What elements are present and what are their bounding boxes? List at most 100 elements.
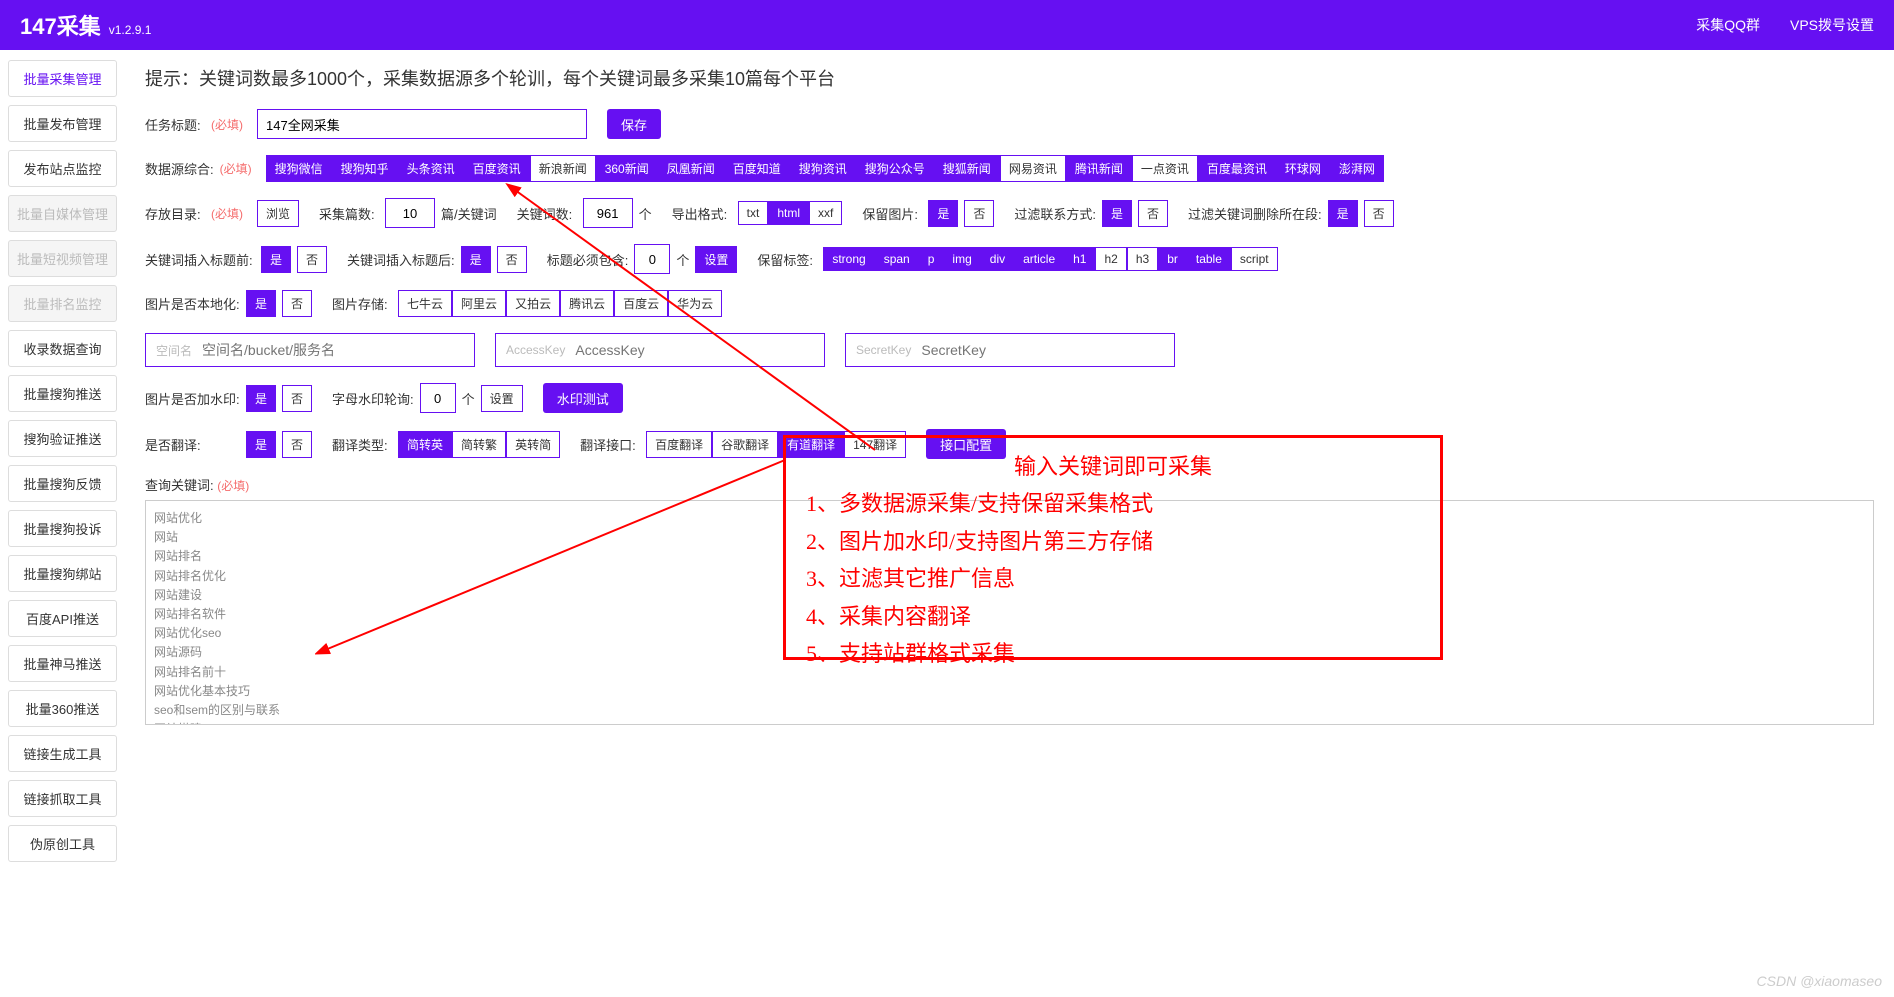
store-chip-5[interactable]: 华为云 xyxy=(668,290,722,317)
trans-api-chip-3[interactable]: 147翻译 xyxy=(844,431,906,458)
tag-chip-4[interactable]: div xyxy=(981,247,1014,271)
kw-before-yes[interactable]: 是 xyxy=(261,246,291,273)
count-input[interactable] xyxy=(385,198,435,228)
link-vps-dial[interactable]: VPS拨号设置 xyxy=(1790,15,1874,35)
tag-chip-9[interactable]: br xyxy=(1158,247,1187,271)
sidebar-item-1[interactable]: 批量发布管理 xyxy=(8,105,117,142)
source-chip-11[interactable]: 网易资讯 xyxy=(1000,155,1066,182)
wm-set-btn[interactable]: 设置 xyxy=(481,385,523,412)
source-chip-6[interactable]: 凤凰新闻 xyxy=(658,155,724,182)
sidebar-item-0[interactable]: 批量采集管理 xyxy=(8,60,117,97)
tag-chip-3[interactable]: img xyxy=(943,247,980,271)
kw-after-yes[interactable]: 是 xyxy=(461,246,491,273)
sidebar-item-14[interactable]: 批量360推送 xyxy=(8,690,117,727)
filter-contact-yes[interactable]: 是 xyxy=(1102,200,1132,227)
sidebar-item-17[interactable]: 伪原创工具 xyxy=(8,825,117,862)
title-must-set[interactable]: 设置 xyxy=(695,246,737,273)
trans-api-chip-1[interactable]: 谷歌翻译 xyxy=(712,431,778,458)
source-chip-5[interactable]: 360新闻 xyxy=(596,155,658,182)
sidebar-item-2[interactable]: 发布站点监控 xyxy=(8,150,117,187)
sidebar-item-13[interactable]: 批量神马推送 xyxy=(8,645,117,682)
sidebar-item-16[interactable]: 链接抓取工具 xyxy=(8,780,117,817)
kw-after-no[interactable]: 否 xyxy=(497,246,527,273)
sidebar-item-15[interactable]: 链接生成工具 xyxy=(8,735,117,772)
store-chip-4[interactable]: 百度云 xyxy=(614,290,668,317)
sidebar-item-12[interactable]: 百度API推送 xyxy=(8,600,117,637)
filter-kw-para-yes[interactable]: 是 xyxy=(1328,200,1358,227)
sidebar-item-11[interactable]: 批量搜狗绑站 xyxy=(8,555,117,592)
wm-yes[interactable]: 是 xyxy=(246,385,276,412)
filter-contact-no[interactable]: 否 xyxy=(1138,200,1168,227)
img-local-yes[interactable]: 是 xyxy=(246,290,276,317)
store-chip-0[interactable]: 七牛云 xyxy=(398,290,452,317)
sidebar-item-7[interactable]: 批量搜狗推送 xyxy=(8,375,117,412)
title-must-input[interactable] xyxy=(634,244,670,274)
save-button[interactable]: 保存 xyxy=(607,109,661,139)
source-chip-16[interactable]: 澎湃网 xyxy=(1330,155,1384,182)
trans-api-chip-2[interactable]: 有道翻译 xyxy=(778,431,844,458)
sk-input[interactable] xyxy=(921,342,1164,358)
source-chip-8[interactable]: 搜狗资讯 xyxy=(790,155,856,182)
task-title-input[interactable] xyxy=(257,109,587,139)
kwcount-input[interactable] xyxy=(583,198,633,228)
export-chip-2[interactable]: xxf xyxy=(809,201,842,225)
source-chip-0[interactable]: 搜狗微信 xyxy=(266,155,332,182)
browse-button[interactable]: 浏览 xyxy=(257,200,299,227)
export-chip-1[interactable]: html xyxy=(768,201,809,225)
trans-no[interactable]: 否 xyxy=(282,431,312,458)
source-chip-14[interactable]: 百度最资讯 xyxy=(1198,155,1276,182)
trans-type-chip-1[interactable]: 简转繁 xyxy=(452,431,506,458)
kw-before-label: 关键词插入标题前: xyxy=(145,250,255,269)
keepimg-yes[interactable]: 是 xyxy=(928,200,958,227)
source-chip-13[interactable]: 一点资讯 xyxy=(1132,155,1198,182)
source-chip-2[interactable]: 头条资讯 xyxy=(398,155,464,182)
space-input[interactable] xyxy=(202,342,464,358)
keepimg-no[interactable]: 否 xyxy=(964,200,994,227)
tag-chip-0[interactable]: strong xyxy=(823,247,874,271)
store-chip-1[interactable]: 阿里云 xyxy=(452,290,506,317)
space-field[interactable]: 空间名 xyxy=(145,333,475,367)
source-chip-4[interactable]: 新浪新闻 xyxy=(530,155,596,182)
ak-input[interactable] xyxy=(575,342,814,358)
count-label: 采集篇数: xyxy=(319,204,379,223)
tag-chip-8[interactable]: h3 xyxy=(1127,247,1158,271)
link-qq-group[interactable]: 采集QQ群 xyxy=(1696,15,1760,35)
tag-chip-2[interactable]: p xyxy=(919,247,944,271)
source-chip-12[interactable]: 腾讯新闻 xyxy=(1066,155,1132,182)
tag-chip-5[interactable]: article xyxy=(1014,247,1064,271)
sidebar-item-8[interactable]: 搜狗验证推送 xyxy=(8,420,117,457)
tag-chip-6[interactable]: h1 xyxy=(1064,247,1095,271)
source-chip-7[interactable]: 百度知道 xyxy=(724,155,790,182)
source-chip-10[interactable]: 搜狐新闻 xyxy=(934,155,1000,182)
wm-rotate-input[interactable] xyxy=(420,383,456,413)
tag-chip-10[interactable]: table xyxy=(1187,247,1231,271)
kw-before-no[interactable]: 否 xyxy=(297,246,327,273)
source-chip-3[interactable]: 百度资讯 xyxy=(464,155,530,182)
store-chip-2[interactable]: 又拍云 xyxy=(506,290,560,317)
trans-type-chip-0[interactable]: 简转英 xyxy=(398,431,452,458)
trans-type-chip-2[interactable]: 英转简 xyxy=(506,431,560,458)
tag-chip-1[interactable]: span xyxy=(875,247,919,271)
filter-kw-para-no[interactable]: 否 xyxy=(1364,200,1394,227)
keywords-textarea[interactable] xyxy=(145,500,1874,725)
secretkey-field[interactable]: SecretKey xyxy=(845,333,1175,367)
tag-chip-11[interactable]: script xyxy=(1231,247,1278,271)
wm-test-btn[interactable]: 水印测试 xyxy=(543,383,623,413)
trans-api-chip-0[interactable]: 百度翻译 xyxy=(646,431,712,458)
store-chip-3[interactable]: 腾讯云 xyxy=(560,290,614,317)
sidebar-item-4: 批量短视频管理 xyxy=(8,240,117,277)
sidebar-item-6[interactable]: 收录数据查询 xyxy=(8,330,117,367)
export-chip-0[interactable]: txt xyxy=(738,201,769,225)
tag-chip-7[interactable]: h2 xyxy=(1095,247,1126,271)
watermark: CSDN @xiaomaseo xyxy=(1757,973,1882,989)
trans-yes[interactable]: 是 xyxy=(246,431,276,458)
accesskey-field[interactable]: AccessKey xyxy=(495,333,825,367)
source-chip-1[interactable]: 搜狗知乎 xyxy=(332,155,398,182)
source-chip-9[interactable]: 搜狗公众号 xyxy=(856,155,934,182)
sidebar-item-10[interactable]: 批量搜狗投诉 xyxy=(8,510,117,547)
wm-no[interactable]: 否 xyxy=(282,385,312,412)
sidebar-item-9[interactable]: 批量搜狗反馈 xyxy=(8,465,117,502)
img-local-no[interactable]: 否 xyxy=(282,290,312,317)
source-chip-15[interactable]: 环球网 xyxy=(1276,155,1330,182)
api-config-btn[interactable]: 接口配置 xyxy=(926,429,1006,459)
